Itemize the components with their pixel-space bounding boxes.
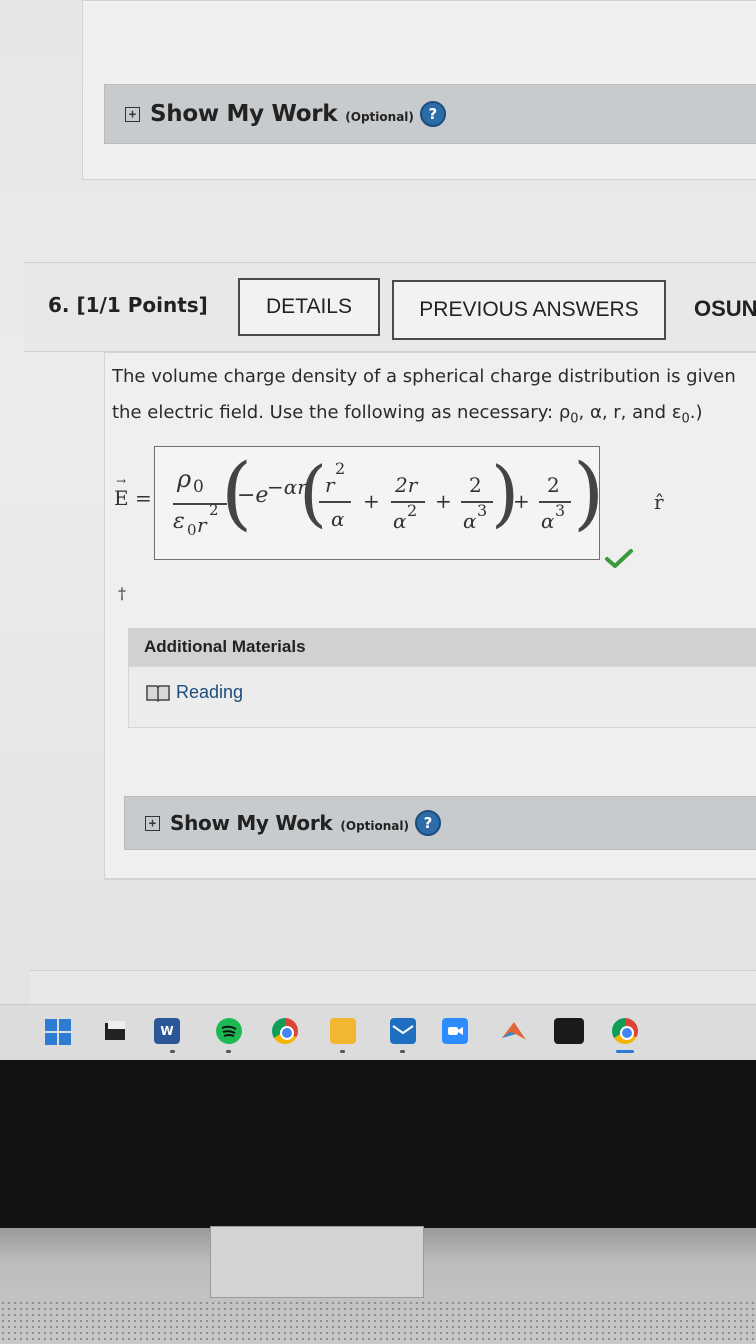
taskbar-indicator xyxy=(340,1050,345,1053)
vector-arrow-icon: → xyxy=(116,474,127,488)
speaker-grille xyxy=(0,1300,756,1344)
rho-subscript: 0 xyxy=(193,477,204,497)
expand-plus-icon[interactable]: + xyxy=(125,106,140,122)
two-r-numerator: 2r xyxy=(395,473,418,497)
r-numerator-exponent: 2 xyxy=(335,459,346,478)
plus-sign: + xyxy=(513,489,530,513)
book-icon xyxy=(146,684,170,702)
chrome-center xyxy=(280,1026,294,1040)
mail-icon[interactable] xyxy=(390,1018,416,1044)
correct-check-icon xyxy=(605,549,633,568)
terminal-icon[interactable] xyxy=(554,1018,584,1044)
e-field-label: → E = xyxy=(114,474,152,510)
reading-link[interactable]: Reading xyxy=(146,682,243,703)
folder-icon[interactable] xyxy=(330,1018,356,1044)
chrome-icon[interactable] xyxy=(272,1018,298,1044)
publisher-tag: OSUN xyxy=(694,296,756,321)
details-button[interactable]: DETAILS xyxy=(238,278,380,336)
show-my-work-bar-top[interactable]: + Show My Work (Optional) ? xyxy=(104,84,756,144)
alpha-denominator: α xyxy=(541,509,555,533)
minus-e: −e xyxy=(237,483,269,508)
additional-materials-title: Additional Materials xyxy=(144,637,306,656)
question-text-part2: , α, r, and ε xyxy=(578,402,682,423)
chrome-icon[interactable] xyxy=(612,1018,638,1044)
laptop-bezel xyxy=(0,1060,756,1228)
r-denominator: r xyxy=(197,513,207,537)
plus-sign: + xyxy=(363,489,380,513)
taskbar-indicator xyxy=(226,1050,231,1053)
r-hat-unit: r̂ xyxy=(654,490,664,514)
reading-link-label[interactable]: Reading xyxy=(176,682,243,703)
alpha-denominator: α xyxy=(393,509,407,533)
rho-symbol: ρ xyxy=(177,465,192,493)
expand-plus-icon[interactable]: + xyxy=(145,815,160,831)
help-icon[interactable]: ? xyxy=(415,810,441,836)
alpha-denominator: α xyxy=(331,507,345,531)
question-text-line2: the electric field. Use the following as… xyxy=(112,402,702,427)
dagger-mark: † xyxy=(118,584,126,603)
help-icon[interactable]: ? xyxy=(419,101,446,127)
left-paren-inner: ( xyxy=(299,451,328,535)
spotify-icon[interactable] xyxy=(216,1018,242,1044)
subscript-zero: 0 xyxy=(681,411,690,427)
answer-input-box[interactable]: ρ 0 ε 0 r 2 ( −e −αr ( r 2 α + 2r α 2 + … xyxy=(154,446,604,560)
question-text-part1: the electric field. Use the following as… xyxy=(112,402,571,423)
show-my-work-title[interactable]: Show My Work xyxy=(170,811,333,835)
two-numerator: 2 xyxy=(469,473,482,497)
fraction-line xyxy=(173,503,227,505)
previous-answers-button[interactable]: PREVIOUS ANSWERS xyxy=(392,280,666,340)
question-text-part3: .) xyxy=(689,402,703,423)
next-question-card xyxy=(30,970,756,1005)
word-icon[interactable]: W xyxy=(154,1018,180,1044)
optional-label: (Optional) xyxy=(345,110,414,124)
show-my-work-bar-bottom[interactable]: + Show My Work (Optional) ? xyxy=(124,796,756,850)
browser-screen: + Show My Work (Optional) ? 6. [1/1 Poin… xyxy=(0,0,756,1060)
optional-label: (Optional) xyxy=(340,819,409,833)
lhs-label: E = xyxy=(114,486,152,510)
alpha-denominator: α xyxy=(463,509,477,533)
taskbar-indicator xyxy=(400,1050,405,1053)
epsilon-symbol: ε xyxy=(173,509,185,534)
windows-start-icon[interactable] xyxy=(44,1018,71,1045)
question-text-line1: The volume charge density of a spherical… xyxy=(112,366,736,387)
alpha-exponent: 2 xyxy=(407,501,418,520)
divider xyxy=(104,878,756,879)
fraction-line xyxy=(319,501,351,503)
plus-sign: + xyxy=(435,489,452,513)
chrome-center xyxy=(620,1026,634,1040)
epsilon-subscript: 0 xyxy=(187,521,197,539)
laptop-hinge xyxy=(210,1226,424,1298)
right-paren-outer: ) xyxy=(573,446,605,539)
question-number: 6. xyxy=(48,293,70,317)
taskbar-indicator xyxy=(170,1050,175,1053)
question-number-points: 6. [1/1 Points] xyxy=(48,293,208,317)
r-numerator: r xyxy=(325,473,335,497)
two-numerator: 2 xyxy=(547,473,560,497)
taskbar-active-indicator xyxy=(616,1050,634,1053)
alpha-exponent: 3 xyxy=(555,501,566,520)
question-points: [1/1 Points] xyxy=(76,293,208,317)
subscript-zero: 0 xyxy=(570,411,579,427)
additional-materials-bar: Additional Materials xyxy=(128,628,756,666)
r-squared-exponent: 2 xyxy=(209,501,219,519)
file-explorer-icon[interactable] xyxy=(102,1018,128,1044)
alpha-exponent: 3 xyxy=(477,501,488,520)
matlab-icon[interactable] xyxy=(500,1018,526,1044)
show-my-work-title[interactable]: Show My Work xyxy=(150,101,338,127)
zoom-icon[interactable] xyxy=(442,1018,468,1044)
